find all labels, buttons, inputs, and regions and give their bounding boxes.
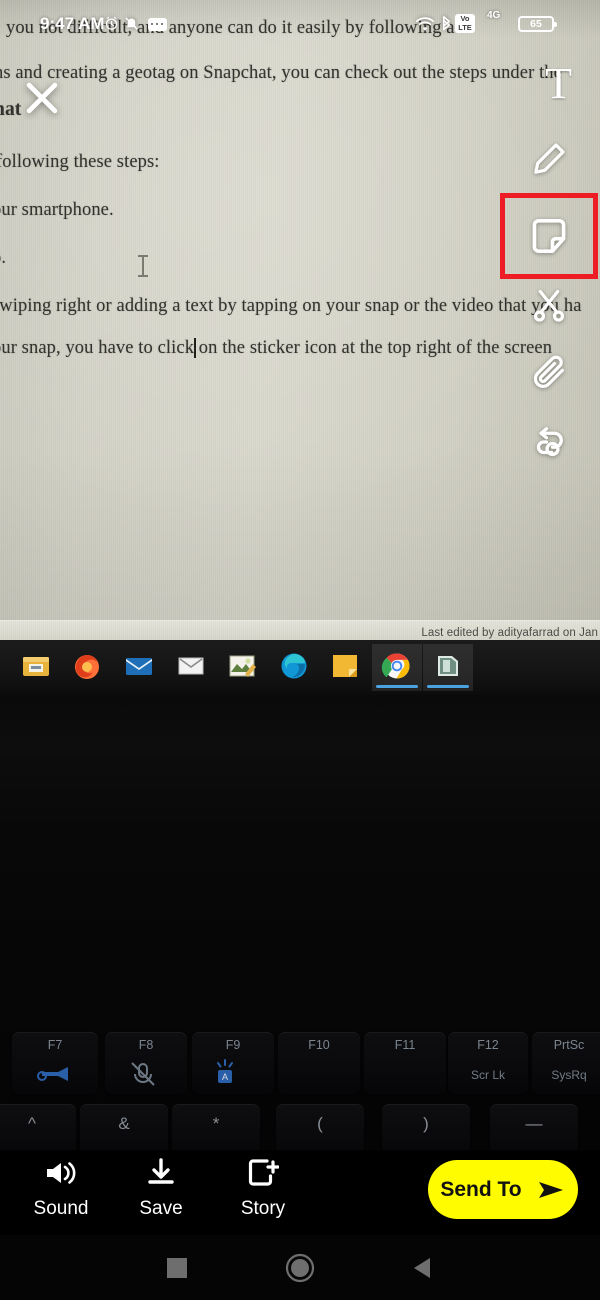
keyboard-backlight-icon: A (217, 1059, 233, 1083)
back-button[interactable] (405, 1251, 439, 1285)
doc-text-line-6: swiping right or adding a text by tappin… (0, 296, 582, 316)
key-f10-label: F10 (308, 1038, 330, 1052)
last-edited-label: Last edited by adityafarrad on Jan (421, 627, 598, 639)
svg-text:A: A (222, 1072, 228, 1082)
laptop-screen-photo: ; you not difficult, and anyone can do i… (0, 0, 600, 640)
key-dash-label: — (525, 1114, 543, 1133)
key-prtsc-sublabel: SysRq (551, 1068, 587, 1082)
download-icon (148, 1158, 174, 1184)
onenote-active-indicator (427, 685, 469, 688)
story-action-button[interactable]: Story (208, 1158, 318, 1220)
triangle-icon (414, 1258, 430, 1278)
paperclip-icon (533, 355, 564, 388)
save-action-button[interactable]: Save (106, 1158, 216, 1220)
outlook-icon[interactable] (175, 650, 207, 682)
close-icon[interactable] (20, 76, 64, 120)
key-f11-label: F11 (394, 1038, 416, 1052)
pencil-icon (534, 143, 565, 174)
sticker-icon (532, 219, 566, 253)
key-prtsc-label: PrtSc (553, 1038, 585, 1052)
loop-icon (536, 427, 563, 457)
key-rparen-label: ) (423, 1114, 429, 1133)
send-to-button[interactable]: Send To (428, 1160, 578, 1219)
send-to-label: Send To (440, 1177, 522, 1201)
attach-tool-button[interactable] (520, 343, 578, 401)
screen-glare (0, 0, 600, 640)
mic-off-icon (131, 1062, 155, 1086)
circle-icon (285, 1253, 315, 1283)
doc-text-line-2: ns and creating a geotag on Snapchat, yo… (0, 63, 562, 83)
home-button[interactable] (283, 1251, 317, 1285)
key-f7-label: F7 (47, 1038, 63, 1052)
chrome-icon[interactable] (381, 650, 413, 682)
speaker-icon (47, 1162, 76, 1184)
doc-text-line-5: o. (0, 248, 7, 268)
key-amp-label: & (118, 1114, 130, 1133)
firefox-icon[interactable] (71, 650, 103, 682)
key-f8-label: F8 (138, 1038, 154, 1052)
key-f12-sublabel: Scr Lk (470, 1068, 505, 1082)
sound-action-label: Sound (33, 1198, 89, 1219)
notepad-icon[interactable] (329, 650, 361, 682)
doc-line7-prefix: our snap, you have to (0, 338, 158, 358)
text-insertion-caret (194, 338, 196, 358)
story-action-label: Story (240, 1198, 286, 1219)
onenote-icon[interactable] (432, 650, 464, 682)
recents-button[interactable] (160, 1251, 194, 1285)
key-caret-label: ^ (28, 1114, 36, 1133)
projector-toggle-icon (37, 1067, 68, 1081)
doc-bold-phrase: click on the sticker icon (157, 338, 337, 358)
sticker-tool-button[interactable] (520, 207, 578, 265)
doc-text-line-3: following these steps: (0, 152, 160, 172)
paint-icon[interactable] (226, 650, 258, 682)
doc-text-line-7: our snap, you have to click on the stick… (0, 338, 552, 359)
file-explorer-icon[interactable] (20, 650, 52, 682)
sound-action-button[interactable]: Sound (6, 1158, 116, 1220)
scissors-icon (533, 289, 565, 322)
send-arrow-icon (538, 1181, 563, 1198)
chrome-active-indicator (376, 685, 418, 688)
doc-text-line-1: ; you not difficult, and anyone can do i… (0, 18, 455, 38)
key-f12-label: F12 (477, 1038, 499, 1052)
key-star-label: * (212, 1114, 220, 1133)
loop-tool-button[interactable] (520, 413, 578, 471)
text-tool-icon[interactable]: T (545, 62, 572, 106)
doc-text-line-4: our smartphone. (0, 200, 114, 220)
phone-screenshot: ; you not difficult, and anyone can do i… (0, 0, 600, 1300)
mail-icon[interactable] (123, 650, 155, 682)
key-f9-label: F9 (225, 1038, 241, 1052)
edge-icon[interactable] (278, 650, 310, 682)
text-cursor-ibeam (138, 255, 148, 277)
doc-heading: hat (0, 99, 22, 120)
key-lparen-label: ( (317, 1114, 323, 1133)
square-icon (167, 1258, 187, 1278)
add-story-icon (248, 1159, 280, 1186)
draw-tool-button[interactable] (520, 130, 578, 188)
save-action-label: Save (139, 1198, 183, 1219)
scissors-tool-button[interactable] (520, 276, 578, 334)
